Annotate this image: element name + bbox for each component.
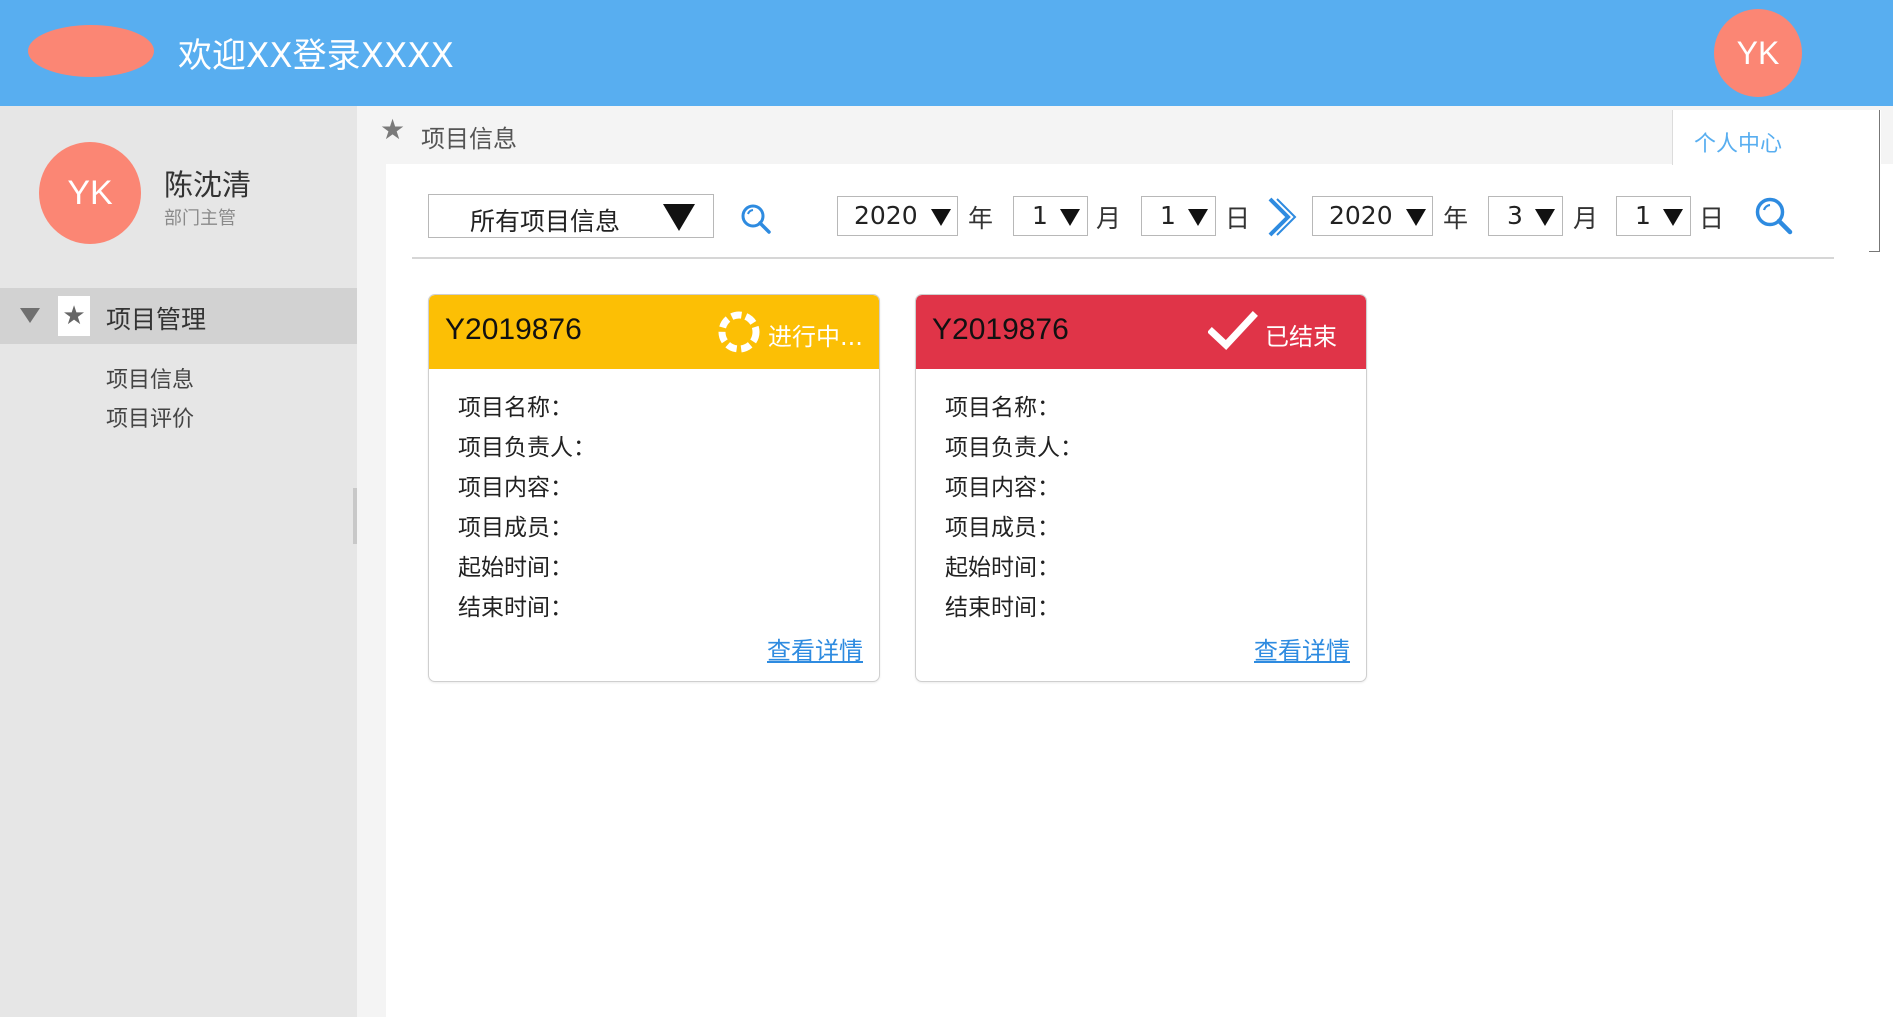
select-value: 1 [1635, 201, 1651, 230]
project-id: Y2019876 [445, 313, 582, 346]
chevron-right-icon [1268, 197, 1297, 237]
search-icon[interactable] [740, 203, 772, 235]
user-name: 陈沈清 [164, 168, 252, 202]
divider [1879, 110, 1880, 252]
field-project-name: 项目名称： [945, 395, 1060, 421]
loading-icon [718, 311, 760, 353]
card-header: Y2019876 已结束 [916, 295, 1366, 369]
select-value: 1 [1032, 201, 1048, 230]
star-icon: ★ [58, 296, 90, 336]
logo[interactable] [28, 25, 154, 77]
project-card: Y2019876 进行中... 项目名称： 项目负责人： 项目内容： 项目成员：… [428, 294, 880, 682]
breadcrumb-label: 项目信息 [421, 125, 517, 153]
card-header: Y2019876 进行中... [429, 295, 879, 369]
divider [412, 257, 1834, 259]
start-month-select[interactable]: 1 [1013, 196, 1088, 236]
caret-down-icon[interactable] [20, 308, 40, 323]
top-header: 欢迎XX登录XXXX YK [0, 0, 1893, 106]
star-icon: ★ [380, 113, 406, 146]
user-role: 部门主管 [164, 208, 236, 229]
month-unit: 月 [1096, 204, 1122, 233]
day-unit: 日 [1699, 204, 1725, 233]
end-month-select[interactable]: 3 [1488, 196, 1563, 236]
month-unit: 月 [1573, 204, 1599, 233]
start-year-select[interactable]: 2020 [837, 196, 958, 236]
end-year-select[interactable]: 2020 [1312, 196, 1433, 236]
breadcrumb [357, 106, 1893, 164]
personal-center-link[interactable]: 个人中心 [1694, 126, 1782, 158]
select-value: 1 [1160, 201, 1176, 230]
header-avatar[interactable]: YK [1714, 9, 1802, 97]
day-unit: 日 [1225, 204, 1251, 233]
user-avatar[interactable]: YK [39, 142, 141, 244]
select-value: 所有项目信息 [470, 207, 621, 236]
field-end-time: 结束时间： [945, 595, 1060, 621]
field-project-members: 项目成员： [945, 515, 1060, 541]
sidebar-group-label: 项目管理 [106, 305, 207, 334]
check-icon [1208, 311, 1258, 350]
field-end-time: 结束时间： [458, 595, 573, 621]
chevron-down-icon [663, 204, 695, 231]
view-details-link[interactable]: 查看详情 [1254, 631, 1350, 666]
chevron-down-icon [1188, 209, 1208, 226]
search-icon[interactable] [1754, 196, 1794, 236]
start-day-select[interactable]: 1 [1141, 196, 1216, 236]
field-project-owner: 项目负责人： [458, 435, 596, 461]
field-project-members: 项目成员： [458, 515, 573, 541]
project-scope-select[interactable]: 所有项目信息 [428, 194, 714, 238]
view-details-link[interactable]: 查看详情 [767, 631, 863, 666]
sidebar: YK 陈沈清 部门主管 ★ 项目管理 项目信息 项目评价 [0, 106, 357, 1017]
chevron-down-icon [1663, 209, 1683, 226]
sidebar-group-project-management[interactable]: ★ 项目管理 [0, 288, 357, 344]
field-start-time: 起始时间： [458, 555, 573, 581]
year-unit: 年 [968, 204, 994, 233]
project-card: Y2019876 已结束 项目名称： 项目负责人： 项目内容： 项目成员： 起始… [915, 294, 1367, 682]
panel-gutter [357, 164, 386, 1017]
chevron-down-icon [1060, 209, 1080, 226]
app-title: 欢迎XX登录XXXX [178, 36, 454, 76]
field-project-owner: 项目负责人： [945, 435, 1083, 461]
select-value: 2020 [1329, 201, 1393, 230]
chevron-down-icon [931, 209, 951, 226]
field-project-content: 项目内容： [458, 475, 573, 501]
status-badge: 已结束 [1265, 323, 1337, 351]
field-project-content: 项目内容： [945, 475, 1060, 501]
field-project-name: 项目名称： [458, 395, 573, 421]
chevron-down-icon [1535, 209, 1555, 226]
year-unit: 年 [1443, 204, 1469, 233]
status-badge: 进行中... [768, 323, 863, 351]
divider [1869, 251, 1880, 252]
end-day-select[interactable]: 1 [1616, 196, 1691, 236]
select-value: 3 [1507, 201, 1523, 230]
select-value: 2020 [854, 201, 918, 230]
chevron-down-icon [1406, 209, 1426, 226]
sidebar-item-project-info[interactable]: 项目信息 [106, 362, 194, 394]
project-id: Y2019876 [932, 313, 1069, 346]
field-start-time: 起始时间： [945, 555, 1060, 581]
sidebar-item-project-evaluation[interactable]: 项目评价 [106, 401, 194, 433]
